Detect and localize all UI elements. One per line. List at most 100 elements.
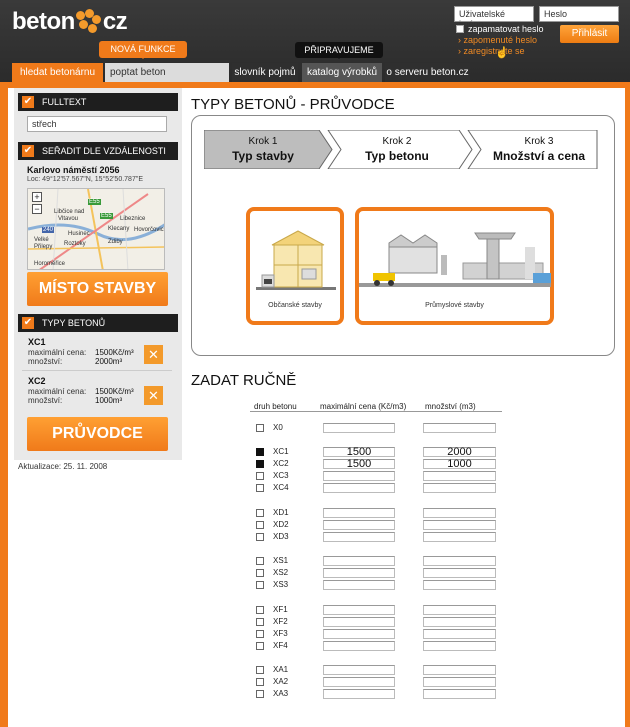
quantity-input[interactable] [423, 605, 496, 615]
check-icon[interactable]: ✔ [22, 96, 34, 108]
check-icon[interactable]: ✔ [22, 317, 34, 329]
quantity-input[interactable]: 1000 [423, 459, 496, 470]
quantity-input[interactable] [423, 483, 496, 493]
check-icon[interactable]: ✔ [22, 145, 34, 157]
column-header-type: druh betonu [254, 402, 297, 411]
concrete-types-title: TYPY BETONŮ [42, 318, 106, 328]
quantity-input[interactable] [423, 641, 496, 651]
price-input[interactable] [323, 532, 395, 542]
quantity-input[interactable] [423, 665, 496, 675]
nav-request-concrete[interactable]: poptat beton [105, 63, 229, 82]
remove-icon[interactable]: ✕ [144, 345, 163, 364]
wizard-step-2[interactable]: Krok 2 Typ betonu [338, 130, 456, 169]
price-input[interactable] [323, 471, 395, 481]
location-map[interactable]: + − Libčice nad Vltavou Roztoky Husinec … [27, 188, 165, 270]
nav-find-plant[interactable]: hledat betonárnu [12, 63, 103, 82]
distance-header[interactable]: ✔ SEŘADIT DLE VZDÁLENOSTI [18, 142, 178, 160]
price-input[interactable] [323, 677, 395, 687]
wizard-step-1[interactable]: Krok 1 Typ stavby [204, 130, 322, 169]
zoom-in-icon[interactable]: + [32, 192, 42, 202]
row-checkbox[interactable] [256, 533, 264, 541]
remember-checkbox[interactable]: zapamatovat heslo [456, 24, 544, 34]
quantity-input[interactable] [423, 629, 496, 639]
map-label: Zdiby [108, 239, 123, 245]
guide-button[interactable]: PRŮVODCE [27, 417, 168, 451]
quantity-input[interactable] [423, 471, 496, 481]
row-code: XA3 [273, 689, 289, 698]
logo[interactable]: beton cz [12, 8, 128, 36]
row-checkbox[interactable] [256, 509, 264, 517]
row-checkbox[interactable] [256, 472, 264, 480]
wizard-step-3[interactable]: Krok 3 Množství a cena [480, 130, 598, 169]
register-link[interactable]: zaregistrujte se [458, 46, 525, 56]
remember-checkbox-box[interactable] [456, 25, 464, 33]
zoom-out-icon[interactable]: − [32, 204, 42, 214]
step-name: Množství a cena [492, 149, 586, 163]
price-input[interactable] [323, 483, 395, 493]
row-checkbox[interactable] [256, 642, 264, 650]
row-checkbox[interactable] [256, 448, 264, 456]
quantity-input[interactable] [423, 520, 496, 530]
remove-icon[interactable]: ✕ [144, 386, 163, 405]
username-input[interactable]: Uživatelské jméno [454, 6, 534, 29]
price-input[interactable] [323, 508, 395, 518]
nav-catalog[interactable]: katalog výrobků [302, 63, 382, 82]
price-input[interactable] [323, 568, 395, 578]
row-checkbox[interactable] [256, 606, 264, 614]
price-input[interactable] [323, 556, 395, 566]
map-label: Vltavou [58, 216, 79, 222]
price-input[interactable]: 1500 [323, 459, 395, 470]
nav-glossary[interactable]: slovník pojmů [232, 63, 298, 82]
quantity-input[interactable] [423, 617, 496, 627]
quantity-input[interactable] [423, 556, 496, 566]
row-code: X0 [273, 423, 283, 432]
price-input[interactable] [323, 641, 395, 651]
quantity-input[interactable]: 2000 [423, 447, 496, 458]
step-number: Krok 2 [382, 136, 412, 147]
forgot-password-link[interactable]: zapomenuté heslo [458, 35, 538, 45]
civil-buildings-card[interactable]: Občanské stavby [246, 207, 344, 325]
row-checkbox[interactable] [256, 424, 264, 432]
row-checkbox[interactable] [256, 618, 264, 626]
row-checkbox[interactable] [256, 557, 264, 565]
quantity-input[interactable] [423, 689, 496, 699]
price-input[interactable] [323, 423, 395, 433]
table-header-line [250, 411, 502, 412]
row-checkbox[interactable] [256, 690, 264, 698]
price-input[interactable]: 1500 [323, 447, 395, 458]
row-checkbox[interactable] [256, 521, 264, 529]
card-label: Průmyslové stavby [425, 302, 484, 309]
row-checkbox[interactable] [256, 678, 264, 686]
nav-about[interactable]: o serveru beton.cz [385, 63, 470, 82]
row-checkbox[interactable] [256, 630, 264, 638]
row-checkbox[interactable] [256, 460, 264, 468]
fulltext-input[interactable]: střech [27, 116, 167, 132]
quantity-input[interactable] [423, 532, 496, 542]
quantity-input[interactable] [423, 568, 496, 578]
industrial-buildings-card[interactable]: Průmyslové stavby [355, 207, 554, 325]
quantity-input[interactable] [423, 677, 496, 687]
row-checkbox[interactable] [256, 666, 264, 674]
row-code: XF3 [273, 629, 288, 638]
price-input[interactable] [323, 617, 395, 627]
type-item-qty-label: množství: [28, 357, 63, 366]
price-input[interactable] [323, 629, 395, 639]
type-item-code: XC2 [28, 376, 46, 386]
price-input[interactable] [323, 580, 395, 590]
concrete-types-header[interactable]: ✔ TYPY BETONŮ [18, 314, 178, 332]
password-input[interactable]: Heslo [539, 6, 619, 22]
row-checkbox[interactable] [256, 484, 264, 492]
construction-site-button[interactable]: MÍSTO STAVBY [27, 272, 168, 306]
login-button[interactable]: Přihlásit [560, 25, 619, 43]
row-checkbox[interactable] [256, 581, 264, 589]
fulltext-header[interactable]: ✔ FULLTEXT [18, 93, 178, 111]
price-input[interactable] [323, 665, 395, 675]
price-input[interactable] [323, 689, 395, 699]
quantity-input[interactable] [423, 580, 496, 590]
price-input[interactable] [323, 605, 395, 615]
quantity-input[interactable] [423, 508, 496, 518]
quantity-input[interactable] [423, 423, 496, 433]
price-input[interactable] [323, 520, 395, 530]
row-checkbox[interactable] [256, 569, 264, 577]
row-code: XA1 [273, 665, 289, 674]
